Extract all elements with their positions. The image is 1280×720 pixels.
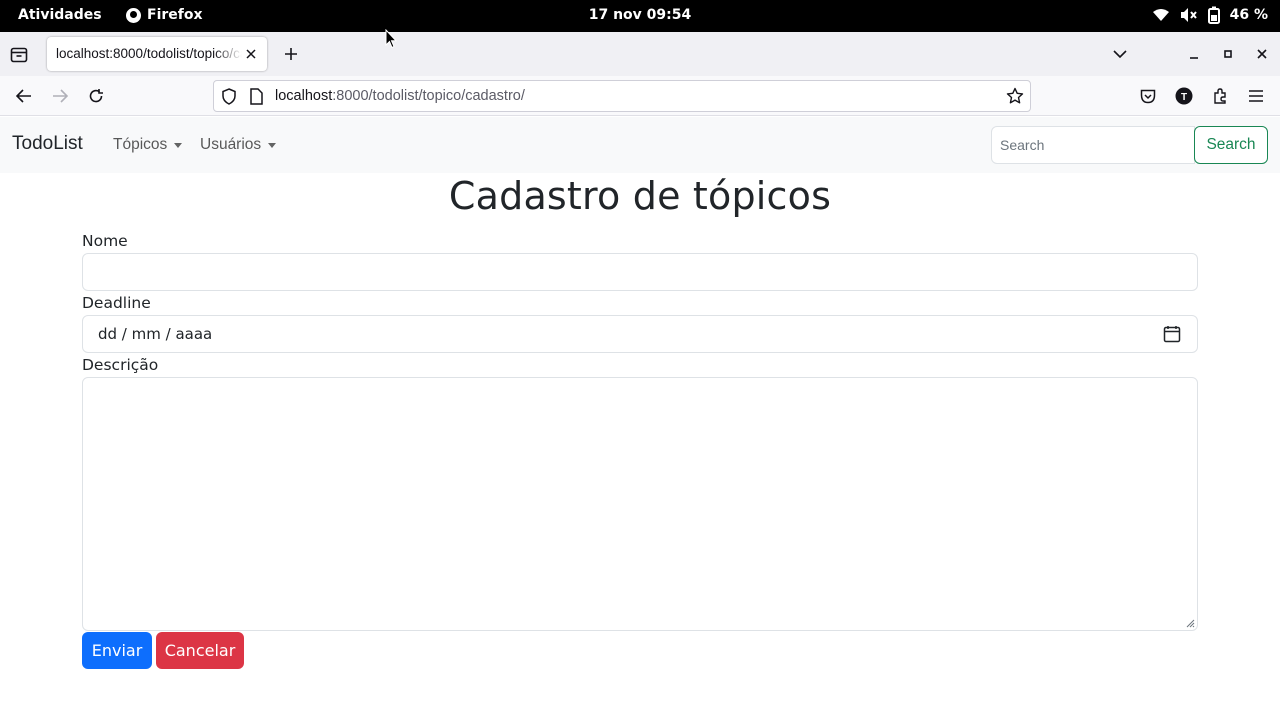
system-top-bar: Atividades Firefox 17 nov 09:54 46 % xyxy=(0,0,1280,32)
page-info-icon[interactable] xyxy=(249,88,263,109)
nav-dropdown-usuarios[interactable]: Usuários xyxy=(200,136,277,154)
deadline-label: Deadline xyxy=(82,294,151,312)
mouse-cursor-icon xyxy=(385,29,397,49)
caret-down-icon xyxy=(174,142,183,148)
descricao-label: Descrição xyxy=(82,356,159,374)
pocket-icon[interactable] xyxy=(1137,85,1159,107)
descricao-textarea[interactable] xyxy=(82,377,1198,631)
submit-button[interactable]: Enviar xyxy=(82,632,152,669)
browser-tab-active[interactable]: localhost:8000/todolist/topico/cadastro/ xyxy=(47,37,267,71)
app-menu[interactable]: Firefox xyxy=(126,7,203,23)
url-text[interactable]: localhost:8000/todolist/topico/cadastro/ xyxy=(275,88,525,104)
nav-dropdown-label: Tópicos xyxy=(113,136,168,153)
calendar-icon[interactable] xyxy=(1163,325,1181,343)
navbar-brand[interactable]: TodoList xyxy=(12,133,83,155)
battery-percent: 46 % xyxy=(1229,7,1268,23)
url-bar[interactable]: localhost:8000/todolist/topico/cadastro/ xyxy=(213,80,1031,112)
close-icon[interactable] xyxy=(243,46,259,62)
wifi-icon xyxy=(1152,9,1169,21)
new-tab-button[interactable] xyxy=(281,44,301,64)
minimize-icon[interactable] xyxy=(1184,44,1204,64)
bookmark-star-icon[interactable] xyxy=(1006,87,1024,109)
forward-arrow-icon[interactable] xyxy=(49,85,71,107)
nome-label: Nome xyxy=(82,232,128,250)
hamburger-menu-icon[interactable] xyxy=(1245,85,1267,107)
account-initial: T xyxy=(1181,92,1187,103)
activities-button[interactable]: Atividades xyxy=(18,7,102,23)
page-title: Cadastro de tópicos xyxy=(448,174,832,218)
battery-icon xyxy=(1207,6,1220,24)
browser-tab-bar: localhost:8000/todolist/topico/cadastro/ xyxy=(0,32,1280,76)
app-name: Firefox xyxy=(147,7,203,23)
account-avatar[interactable]: T xyxy=(1173,85,1195,107)
firefox-icon xyxy=(126,7,141,23)
tab-title: localhost:8000/todolist/topico/cadastro/ xyxy=(56,46,242,61)
reload-icon[interactable] xyxy=(85,85,107,107)
extensions-icon[interactable] xyxy=(1209,85,1231,107)
caret-down-icon xyxy=(268,142,277,148)
maximize-icon[interactable] xyxy=(1218,44,1238,64)
date-placeholder: dd / mm / aaaa xyxy=(98,325,213,343)
volume-muted-icon xyxy=(1180,8,1197,22)
search-button[interactable]: Search xyxy=(1194,126,1268,164)
search-input[interactable] xyxy=(991,126,1195,164)
firefox-view-icon[interactable] xyxy=(8,44,30,66)
window-close-icon[interactable] xyxy=(1252,44,1272,64)
system-tray[interactable]: 46 % xyxy=(1152,6,1268,24)
deadline-date-input[interactable]: dd / mm / aaaa xyxy=(82,315,1198,353)
browser-toolbar: localhost:8000/todolist/topico/cadastro/… xyxy=(0,76,1280,116)
nome-input[interactable] xyxy=(82,253,1198,291)
cancel-button[interactable]: Cancelar xyxy=(156,632,244,669)
chevron-down-icon[interactable] xyxy=(1110,44,1130,64)
resize-grip-icon[interactable] xyxy=(1185,618,1195,628)
nav-dropdown-label: Usuários xyxy=(200,136,262,153)
nav-dropdown-topicos[interactable]: Tópicos xyxy=(113,136,183,154)
site-navbar: TodoList Tópicos Usuários Search xyxy=(0,117,1280,173)
back-arrow-icon[interactable] xyxy=(13,85,35,107)
shield-icon[interactable] xyxy=(221,88,237,109)
